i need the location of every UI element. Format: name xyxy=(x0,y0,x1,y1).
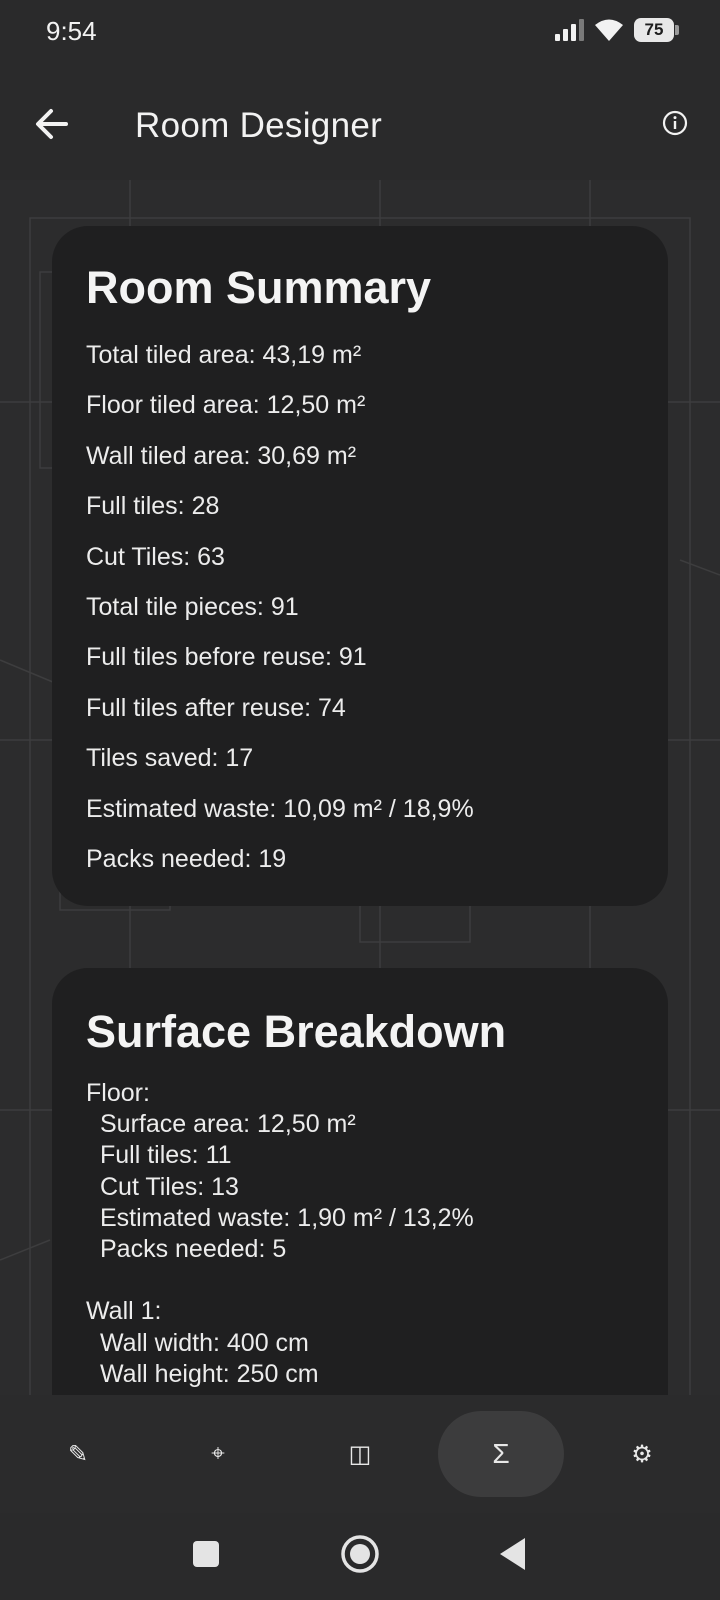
battery-indicator: 75 xyxy=(634,18,679,42)
room-summary-card: Room Summary Total tiled area: 43,19 m² … xyxy=(52,226,668,906)
status-time: 9:54 xyxy=(46,16,97,46)
status-icons: 75 xyxy=(554,16,679,44)
cut-tiles: Cut Tiles: 63 xyxy=(86,542,225,571)
system-navigation-bar xyxy=(0,1513,720,1600)
nav-draw-pencil-icon[interactable]: ✎ xyxy=(15,1411,141,1497)
floor-cut-tiles: Cut Tiles: 13 xyxy=(100,1172,239,1201)
wifi-icon xyxy=(595,19,623,41)
total-tile-pieces: Total tile pieces: 91 xyxy=(86,592,299,621)
floor-surface-area: Surface area: 12,50 m² xyxy=(100,1110,356,1139)
status-bar: 9:54 75 xyxy=(0,0,720,62)
nav-walls-split-icon[interactable]: ◫ xyxy=(297,1411,423,1497)
tiles-saved: Tiles saved: 17 xyxy=(86,744,254,773)
nav-measure-crosshair-icon[interactable]: ⌖ xyxy=(155,1411,281,1497)
bottom-navigation: ✎ ⌖ ◫ Σ ⚙ xyxy=(0,1395,720,1513)
floor-estimated-waste: Estimated waste: 1,90 m² / 13,2% xyxy=(100,1203,474,1232)
back-triangle-icon[interactable] xyxy=(497,1536,529,1572)
floor-packs-needed: Packs needed: 5 xyxy=(100,1234,287,1263)
full-tiles: Full tiles: 28 xyxy=(86,492,220,521)
app-bar: Room Designer xyxy=(0,62,720,180)
home-circle-icon[interactable] xyxy=(340,1534,380,1574)
packs-needed: Packs needed: 19 xyxy=(86,844,287,873)
wall-tiled-area: Wall tiled area: 30,69 m² xyxy=(86,441,357,470)
floor-tiled-area: Floor tiled area: 12,50 m² xyxy=(86,391,366,420)
wall1-height: Wall height: 250 cm xyxy=(100,1359,319,1388)
wall1-width: Wall width: 400 cm xyxy=(100,1328,309,1357)
nav-summary-sigma-icon[interactable]: Σ xyxy=(438,1411,564,1497)
info-icon[interactable] xyxy=(660,108,690,138)
signal-icon xyxy=(555,19,584,41)
estimated-waste: Estimated waste: 10,09 m² / 18,9% xyxy=(86,794,474,823)
back-arrow-icon[interactable] xyxy=(30,102,74,146)
total-tiled-area: Total tiled area: 43,19 m² xyxy=(86,341,362,369)
page-title: Room Designer xyxy=(135,106,383,145)
floor-heading: Floor: xyxy=(86,1079,150,1107)
recents-square-icon[interactable] xyxy=(191,1539,221,1569)
full-tiles-after-reuse: Full tiles after reuse: 74 xyxy=(86,693,346,722)
nav-settings-gear-icon[interactable]: ⚙ xyxy=(579,1411,705,1497)
full-tiles-before-reuse: Full tiles before reuse: 91 xyxy=(86,643,367,672)
room-summary-title: Room Summary xyxy=(86,262,432,313)
floor-full-tiles: Full tiles: 11 xyxy=(100,1141,232,1170)
wall1-heading: Wall 1: xyxy=(86,1297,162,1326)
surface-breakdown-title: Surface Breakdown xyxy=(86,1006,507,1057)
